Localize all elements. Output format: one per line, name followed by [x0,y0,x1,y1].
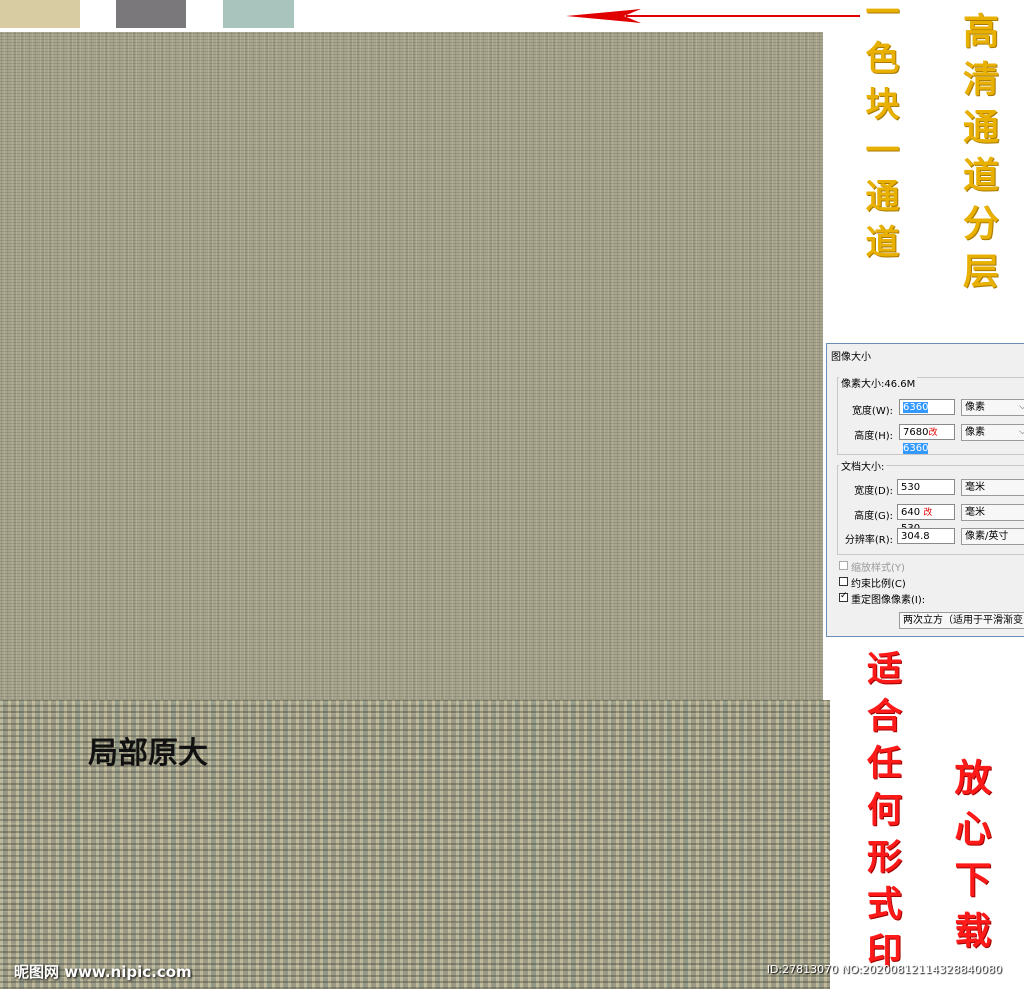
doc-width-unit-select[interactable]: 毫米 [961,479,1024,496]
pixel-width-unit-select[interactable]: 像素 ⌵ [961,399,1024,416]
change-mark: 改 [923,508,933,518]
scale-styles-checkbox[interactable] [839,561,848,570]
constrain-proportions-checkbox[interactable] [839,577,848,586]
constrain-proportions-label: 约束比例(C) [851,579,906,590]
doc-width-input[interactable]: 530 [897,479,955,495]
pixel-width-value: 6360 [903,402,929,413]
doc-width-label: 宽度(D): [854,486,893,497]
resample-label: 重定图像像素(I): [851,595,926,606]
doc-size-label: 文档大小: [839,458,887,473]
chevron-down-icon: ⌵ [1019,400,1024,415]
color-swatch-gray [116,0,186,28]
pixel-width-input[interactable]: 6360 [899,399,955,415]
doc-width-value: 530 [901,482,921,493]
doc-width-unit: 毫米 [965,482,985,493]
resolution-label: 分辨率(R): [844,535,893,546]
pixel-height-unit: 像素 [965,427,985,438]
resample-method: 两次立方（适用于平滑渐变 [903,615,1023,626]
doc-height-unit: 毫米 [965,507,985,518]
color-swatch-beige [0,0,80,28]
image-id-watermark: ID:27813070 NO:20200812114328840080 [766,963,1002,976]
pixel-height-old: 7680 [903,427,929,438]
image-size-dialog: 图像大小 像素大小:46.6M 宽度(W): 6360 像素 ⌵ 高度(H): … [826,343,1024,637]
left-arrow-icon [566,9,860,23]
doc-height-input[interactable]: 640 改 530 [897,504,955,534]
resolution-input[interactable]: 304.8 [897,528,955,544]
pixel-size-label: 像素大小:46.6M [839,375,918,390]
scale-styles-label: 缩放样式(Y) [851,563,905,574]
pixel-height-input[interactable]: 7680改 6360 [899,424,955,454]
dialog-title: 图像大小 [831,352,871,363]
pixel-height-unit-select[interactable]: 像素 ⌵ [961,424,1024,441]
fabric-texture-full [0,32,823,700]
detail-label: 局部原大 [88,736,208,771]
resolution-value: 304.8 [901,531,930,542]
resample-checkbox[interactable] [839,591,848,602]
red-text-download: 放心下载 [948,758,992,962]
color-swatch-teal [223,0,294,28]
pixel-height-label: 高度(H): [854,431,893,442]
resample-method-select[interactable]: 两次立方（适用于平滑渐变 [899,612,1024,629]
pixel-width-unit: 像素 [965,402,985,413]
doc-height-label: 高度(G): [854,511,893,522]
pixel-width-label: 宽度(W): [851,406,893,417]
pixel-height-value: 6360 [903,443,929,454]
chevron-down-icon: ⌵ [1019,425,1024,440]
change-mark: 改 [928,428,938,438]
doc-height-old: 640 [901,507,921,518]
resolution-unit: 像素/英寸 [965,531,1009,542]
site-watermark: 昵图网 www.nipic.com [14,963,192,981]
resolution-unit-select[interactable]: 像素/英寸 [961,528,1024,545]
red-text-any-print: 适合任何形式印 [861,650,902,979]
doc-height-unit-select[interactable]: 毫米 [961,504,1024,521]
gold-text-hd-layers: 高清通道分层 [957,12,999,300]
gold-text-color-channel: 一色块一通道 [859,0,899,270]
